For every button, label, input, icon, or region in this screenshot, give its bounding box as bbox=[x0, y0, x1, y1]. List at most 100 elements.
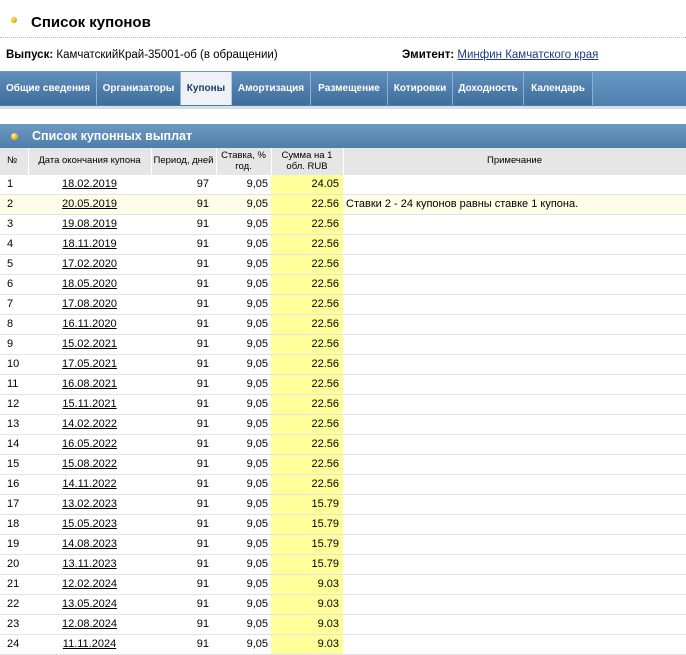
table-row: 10 17.05.2021 91 9,05 22.56 bbox=[0, 354, 686, 375]
coupon-date-link[interactable]: 19.08.2019 bbox=[62, 218, 117, 230]
coupon-date-link[interactable]: 16.08.2021 bbox=[62, 378, 117, 390]
cell-note bbox=[343, 175, 686, 195]
cell-period: 91 bbox=[151, 514, 216, 535]
cell-note bbox=[343, 534, 686, 555]
cell-period: 91 bbox=[151, 214, 216, 235]
coupon-date-link[interactable]: 14.02.2022 bbox=[62, 418, 117, 430]
cell-note bbox=[343, 394, 686, 415]
coupon-date-link[interactable]: 14.08.2023 bbox=[62, 538, 117, 550]
cell-date[interactable]: 11.11.2024 bbox=[28, 634, 151, 655]
cell-date[interactable]: 12.02.2024 bbox=[28, 574, 151, 595]
bullet-icon bbox=[11, 133, 18, 140]
tab-yield[interactable]: Доходность bbox=[453, 72, 524, 105]
cell-period: 91 bbox=[151, 474, 216, 495]
cell-date[interactable]: 17.02.2020 bbox=[28, 254, 151, 275]
cell-date[interactable]: 15.11.2021 bbox=[28, 394, 151, 415]
cell-date[interactable]: 15.02.2021 bbox=[28, 334, 151, 355]
cell-note bbox=[343, 574, 686, 595]
cell-period: 91 bbox=[151, 454, 216, 475]
coupon-date-link[interactable]: 13.11.2023 bbox=[62, 558, 116, 570]
cell-date[interactable]: 16.08.2021 bbox=[28, 374, 151, 395]
tab-placement[interactable]: Размещение bbox=[311, 72, 388, 105]
cell-note bbox=[343, 374, 686, 395]
coupon-date-link[interactable]: 20.05.2019 bbox=[62, 198, 117, 210]
tab-general[interactable]: Общие сведения bbox=[0, 72, 97, 105]
coupon-date-link[interactable]: 14.11.2022 bbox=[62, 478, 116, 490]
cell-date[interactable]: 16.11.2020 bbox=[28, 314, 151, 335]
cell-date[interactable]: 15.05.2023 bbox=[28, 514, 151, 535]
coupon-date-link[interactable]: 15.05.2023 bbox=[62, 518, 117, 530]
tab-bar: Общие сведения Организаторы Купоны Аморт… bbox=[0, 71, 686, 109]
cell-date[interactable]: 20.05.2019 bbox=[28, 194, 151, 215]
cell-date[interactable]: 14.08.2023 bbox=[28, 534, 151, 555]
tab-calendar[interactable]: Календарь bbox=[524, 72, 593, 105]
coupon-date-link[interactable]: 16.11.2020 bbox=[62, 318, 116, 330]
coupon-date-link[interactable]: 17.02.2020 bbox=[62, 258, 117, 270]
cell-note: Ставки 2 - 24 купонов равны ставке 1 куп… bbox=[343, 194, 686, 215]
table-row: 18 15.05.2023 91 9,05 15.79 bbox=[0, 514, 686, 535]
cell-note bbox=[343, 514, 686, 535]
cell-num: 2 bbox=[0, 194, 28, 215]
coupon-date-link[interactable]: 13.02.2023 bbox=[62, 498, 117, 510]
cell-note bbox=[343, 254, 686, 275]
cell-rate: 9,05 bbox=[216, 594, 271, 615]
coupon-date-link[interactable]: 18.05.2020 bbox=[62, 278, 117, 290]
cell-note bbox=[343, 434, 686, 455]
cell-date[interactable]: 17.08.2020 bbox=[28, 294, 151, 315]
page-header: Список купонов bbox=[0, 0, 686, 38]
cell-sum: 22.56 bbox=[271, 274, 343, 295]
table-row: 6 18.05.2020 91 9,05 22.56 bbox=[0, 274, 686, 295]
cell-num: 19 bbox=[0, 534, 28, 555]
issuer-link[interactable]: Минфин Камчатского края bbox=[457, 49, 598, 61]
table-row: 2 20.05.2019 91 9,05 22.56 Ставки 2 - 24 купо… bbox=[0, 194, 686, 215]
coupon-date-link[interactable]: 17.08.2020 bbox=[62, 298, 117, 310]
cell-num: 16 bbox=[0, 474, 28, 495]
table-row: 20 13.11.2023 91 9,05 15.79 bbox=[0, 554, 686, 575]
cell-sum: 22.56 bbox=[271, 474, 343, 495]
issue-value: КамчатскийКрай-35001-об (в обращении) bbox=[56, 49, 278, 61]
tab-quotes[interactable]: Котировки bbox=[388, 72, 453, 105]
cell-num: 10 bbox=[0, 354, 28, 375]
tab-coupons[interactable]: Купоны bbox=[181, 72, 232, 105]
cell-date[interactable]: 18.11.2019 bbox=[28, 234, 151, 255]
coupon-date-link[interactable]: 18.11.2019 bbox=[62, 238, 116, 250]
cell-sum: 22.56 bbox=[271, 434, 343, 455]
cell-date[interactable]: 18.05.2020 bbox=[28, 274, 151, 295]
cell-date[interactable]: 13.11.2023 bbox=[28, 554, 151, 575]
cell-date[interactable]: 13.02.2023 bbox=[28, 494, 151, 515]
coupon-date-link[interactable]: 12.02.2024 bbox=[62, 578, 117, 590]
cell-date[interactable]: 14.11.2022 bbox=[28, 474, 151, 495]
cell-rate: 9,05 bbox=[216, 214, 271, 235]
cell-date[interactable]: 15.08.2022 bbox=[28, 454, 151, 475]
coupon-date-link[interactable]: 15.11.2021 bbox=[62, 398, 116, 410]
tab-amortization[interactable]: Амортизация bbox=[232, 72, 311, 105]
cell-sum: 9.03 bbox=[271, 574, 343, 595]
cell-sum: 9.03 bbox=[271, 594, 343, 615]
cell-date[interactable]: 12.08.2024 bbox=[28, 614, 151, 635]
cell-date[interactable]: 17.05.2021 bbox=[28, 354, 151, 375]
cell-date[interactable]: 13.05.2024 bbox=[28, 594, 151, 615]
coupon-date-link[interactable]: 17.05.2021 bbox=[62, 358, 117, 370]
cell-period: 91 bbox=[151, 574, 216, 595]
cell-num: 5 bbox=[0, 254, 28, 275]
coupon-date-link[interactable]: 16.05.2022 bbox=[62, 438, 117, 450]
coupon-date-link[interactable]: 13.05.2024 bbox=[62, 598, 117, 610]
coupon-date-link[interactable]: 15.02.2021 bbox=[62, 338, 117, 350]
cell-sum: 15.79 bbox=[271, 534, 343, 555]
cell-date[interactable]: 19.08.2019 bbox=[28, 214, 151, 235]
cell-date[interactable]: 16.05.2022 bbox=[28, 434, 151, 455]
cell-num: 11 bbox=[0, 374, 28, 395]
coupon-date-link[interactable]: 15.08.2022 bbox=[62, 458, 117, 470]
coupon-rows: 1 18.02.2019 97 9,05 24.05 2 20.05.2019 91 9,05 2… bbox=[0, 175, 686, 655]
cell-date[interactable]: 14.02.2022 bbox=[28, 414, 151, 435]
coupon-date-link[interactable]: 18.02.2019 bbox=[62, 178, 117, 190]
tab-organizers[interactable]: Организаторы bbox=[97, 72, 181, 105]
table-row: 11 16.08.2021 91 9,05 22.56 bbox=[0, 374, 686, 395]
cell-date[interactable]: 18.02.2019 bbox=[28, 175, 151, 195]
table-row: 4 18.11.2019 91 9,05 22.56 bbox=[0, 234, 686, 255]
cell-sum: 22.56 bbox=[271, 194, 343, 215]
cell-sum: 22.56 bbox=[271, 234, 343, 255]
cell-num: 9 bbox=[0, 334, 28, 355]
coupon-date-link[interactable]: 12.08.2024 bbox=[62, 618, 117, 630]
cell-period: 91 bbox=[151, 554, 216, 575]
